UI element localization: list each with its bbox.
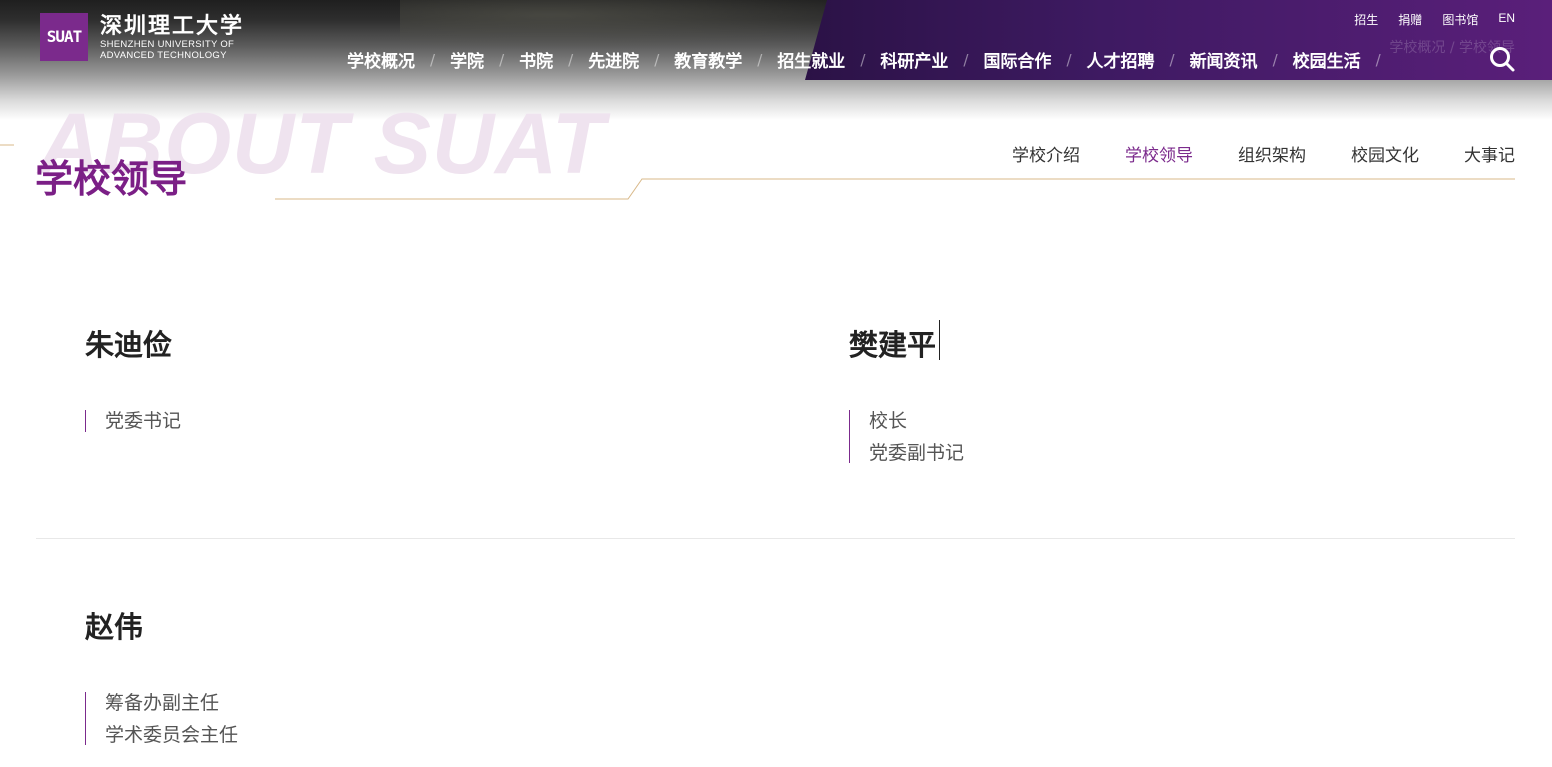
leader-roles: 筹备办副主任 学术委员会主任 <box>85 692 239 746</box>
text-cursor <box>939 320 940 360</box>
nav-separator: / <box>757 50 763 69</box>
leader-name: 赵伟 <box>85 610 144 644</box>
nav-separator: / <box>430 50 436 69</box>
subnav-item-organization[interactable]: 组织架构 <box>1238 141 1306 166</box>
nav-item-education[interactable]: 教育教学 <box>674 47 742 72</box>
util-link-english[interactable]: EN <box>1498 11 1515 28</box>
logo-text: 深圳理工大学 SHENZHEN UNIVERSITY OF ADVANCED T… <box>100 13 244 61</box>
utility-links: 招生 捐赠 图书馆 EN <box>1354 11 1515 28</box>
nav-item-colleges[interactable]: 学院 <box>450 47 484 72</box>
page-title: 学校领导 <box>35 157 188 201</box>
nav-separator: / <box>654 50 660 69</box>
subnav-item-leadership[interactable]: 学校领导 <box>1125 141 1193 166</box>
nav-item-recruitment[interactable]: 人才招聘 <box>1087 47 1155 72</box>
nav-separator: / <box>1375 50 1381 69</box>
util-link-donate[interactable]: 捐赠 <box>1398 11 1422 28</box>
logo-mark-text: SUAT <box>46 27 83 46</box>
section-divider <box>36 538 1515 539</box>
leader-card: 赵伟 <box>85 604 143 646</box>
logo-name-cn: 深圳理工大学 <box>100 13 245 39</box>
nav-separator: / <box>860 50 866 69</box>
nav-separator: / <box>1169 50 1175 69</box>
leader-role: 党委书记 <box>105 410 182 432</box>
util-link-admissions[interactable]: 招生 <box>1354 11 1378 28</box>
leader-roles: 党委书记 <box>85 410 181 432</box>
leader-card: 朱迪俭 <box>85 322 172 364</box>
site-logo[interactable]: SUAT 深圳理工大学 SHENZHEN UNIVERSITY OF ADVAN… <box>40 13 244 61</box>
leader-role: 党委副书记 <box>869 442 965 464</box>
leader-role: 学术委员会主任 <box>105 724 239 746</box>
nav-item-admissions-careers[interactable]: 招生就业 <box>777 47 845 72</box>
subnav-item-milestones[interactable]: 大事记 <box>1464 141 1515 166</box>
nav-separator: / <box>963 50 969 69</box>
search-button[interactable] <box>1488 45 1516 73</box>
nav-item-siat[interactable]: 先进院 <box>588 47 639 72</box>
nav-item-research[interactable]: 科研产业 <box>880 47 948 72</box>
nav-item-overview[interactable]: 学校概况 <box>347 47 415 72</box>
nav-item-residential-colleges[interactable]: 书院 <box>519 47 553 72</box>
leader-role: 校长 <box>869 410 908 432</box>
nav-item-campus-life[interactable]: 校园生活 <box>1293 47 1361 72</box>
logo-name-en-1: SHENZHEN UNIVERSITY OF <box>100 39 235 50</box>
logo-name-en-2: ADVANCED TECHNOLOGY <box>100 50 227 61</box>
nav-item-international[interactable]: 国际合作 <box>983 47 1051 72</box>
sub-nav: 学校介绍 学校领导 组织架构 校园文化 大事记 <box>1012 141 1515 166</box>
leader-name: 朱迪俭 <box>85 328 173 362</box>
leader-roles: 校长 党委副书记 <box>849 410 965 464</box>
nav-separator: / <box>1066 50 1072 69</box>
subnav-item-intro[interactable]: 学校介绍 <box>1012 141 1080 166</box>
search-icon <box>1490 47 1515 72</box>
logo-mark: SUAT <box>40 13 88 61</box>
leader-name: 樊建平 <box>849 328 937 362</box>
leader-card: 樊建平 <box>849 322 936 364</box>
nav-separator: / <box>1272 50 1278 69</box>
nav-separator: / <box>499 50 505 69</box>
util-link-library[interactable]: 图书馆 <box>1442 11 1478 28</box>
main-nav: 学校概况 / 学院 / 书院 / 先进院 / 教育教学 / 招生就业 / 科研产… <box>347 47 1396 73</box>
leader-role: 筹备办副主任 <box>105 692 220 714</box>
nav-separator: / <box>568 50 574 69</box>
nav-item-news[interactable]: 新闻资讯 <box>1190 47 1258 72</box>
subnav-item-culture[interactable]: 校园文化 <box>1351 141 1419 166</box>
